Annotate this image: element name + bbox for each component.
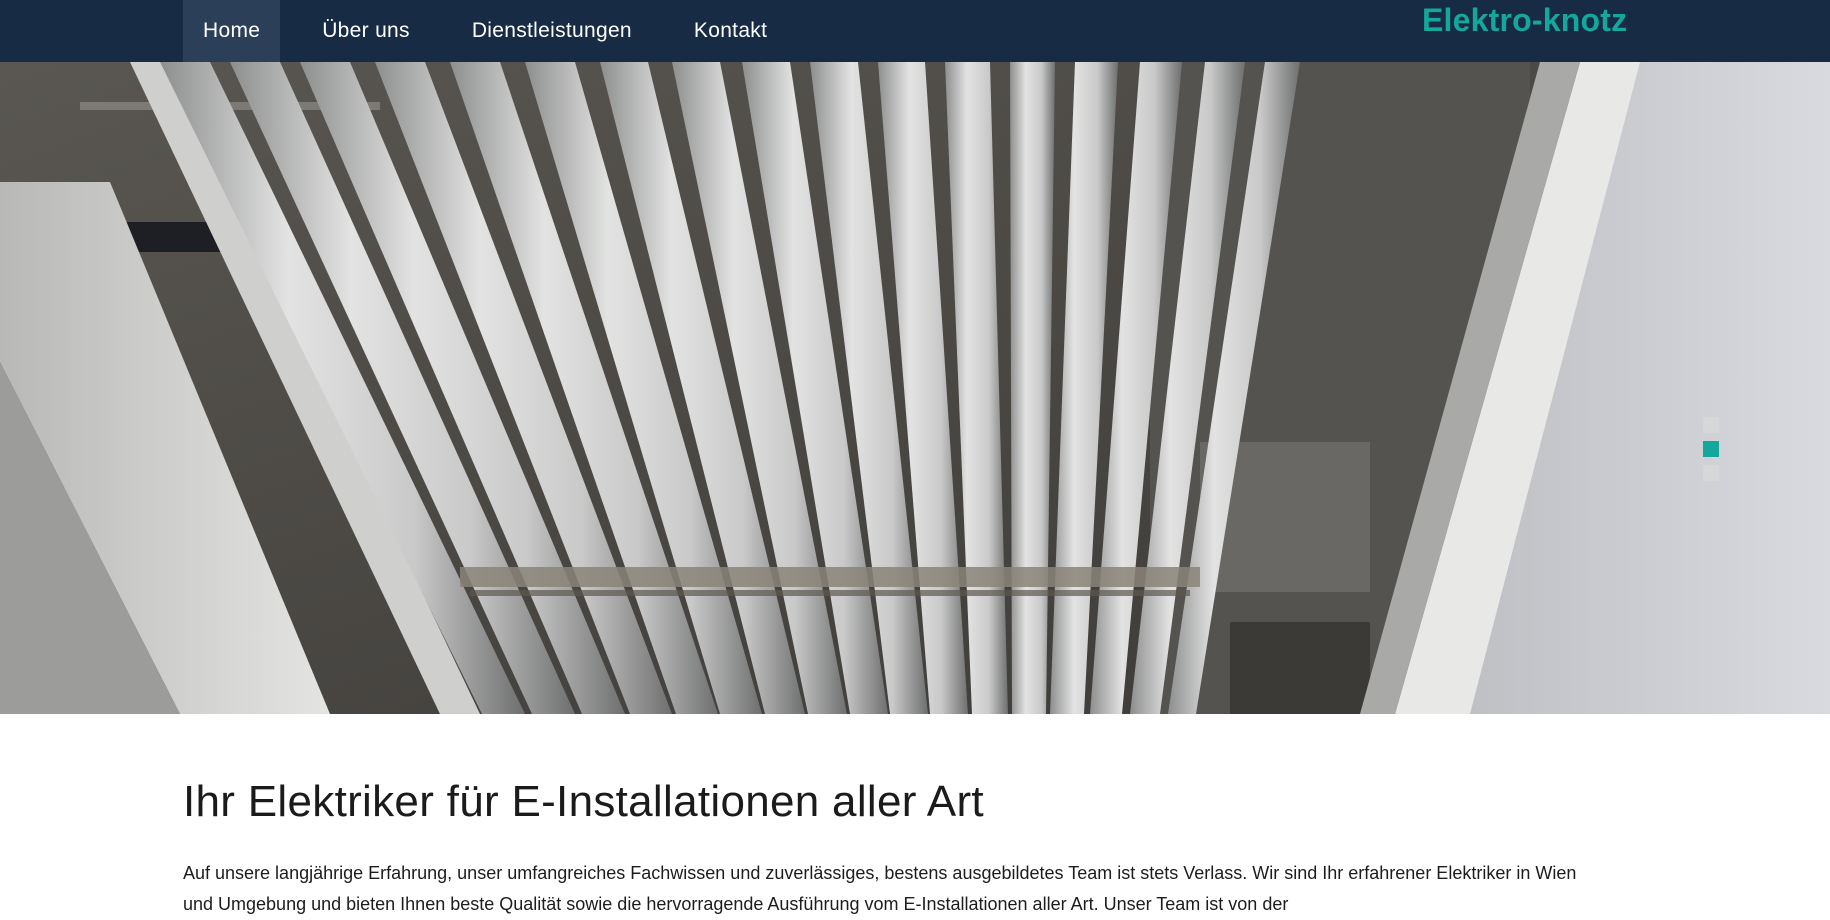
nav-item-home[interactable]: Home [183, 0, 281, 62]
main-nav: Home Über uns Dienstleistungen Kontakt [183, 0, 809, 62]
slider-dot-1[interactable] [1703, 417, 1719, 433]
intro-paragraph: Auf unsere langjährige Erfahrung, unser … [183, 862, 1577, 914]
page-headline: Ihr Elektriker für E-Installationen alle… [183, 777, 984, 826]
nav-item-dienstleistungen[interactable]: Dienstleistungen [452, 0, 652, 62]
nav-item-ueber-uns[interactable]: Über uns [302, 0, 430, 62]
brand-logo[interactable]: Elektro-knotz [1422, 0, 1627, 40]
slider-dot-2[interactable] [1703, 441, 1719, 457]
nav-item-kontakt[interactable]: Kontakt [674, 0, 787, 62]
hero-image [0, 62, 1830, 714]
main-content: Ihr Elektriker für E-Installationen alle… [183, 714, 1623, 920]
slider-dot-3[interactable] [1703, 465, 1719, 481]
slider-pagination [1703, 417, 1719, 489]
top-navigation-bar: Home Über uns Dienstleistungen Kontakt E… [0, 0, 1830, 62]
hero-slider [0, 62, 1830, 714]
